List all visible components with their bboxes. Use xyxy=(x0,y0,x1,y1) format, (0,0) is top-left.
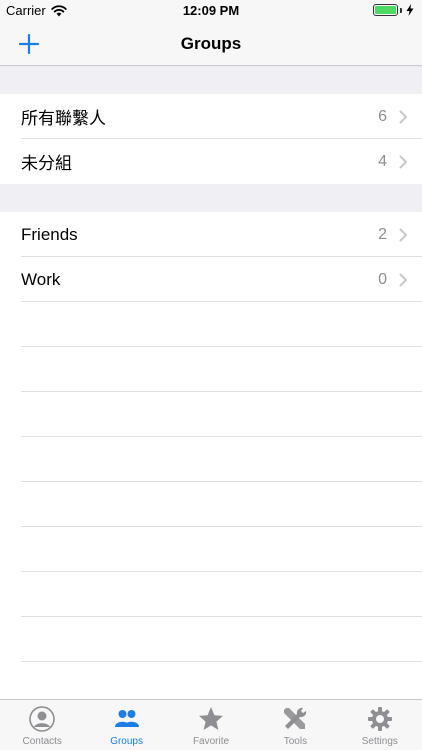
tab-label: Contacts xyxy=(22,736,62,747)
empty-row xyxy=(0,527,422,572)
people-icon xyxy=(114,710,139,727)
tab-favorite[interactable]: Favorite xyxy=(169,700,253,750)
battery-fill xyxy=(375,6,396,14)
group-count: 0 xyxy=(378,270,387,288)
section-separator xyxy=(0,184,422,212)
empty-row xyxy=(0,347,422,392)
groups-list[interactable]: 所有聯繫人 6 未分組 4 Friends 2 Work 0 xyxy=(0,66,422,699)
group-name: 未分組 xyxy=(21,154,72,173)
group-row-all-contacts[interactable]: 所有聯繫人 6 xyxy=(0,94,422,139)
group-count: 4 xyxy=(378,152,387,170)
chevron-right-icon xyxy=(399,273,407,286)
battery-icon xyxy=(373,4,398,16)
group-name: Work xyxy=(21,269,61,289)
group-row-friends[interactable]: Friends 2 xyxy=(0,212,422,257)
tools-icon xyxy=(284,707,307,729)
battery-indicator xyxy=(373,4,414,16)
empty-row xyxy=(0,392,422,437)
tab-contacts[interactable]: Contacts xyxy=(0,700,84,750)
tab-label: Settings xyxy=(361,736,398,747)
empty-row xyxy=(0,482,422,527)
chevron-right-icon xyxy=(399,228,407,241)
tab-groups[interactable]: Groups xyxy=(84,700,168,750)
group-row-work[interactable]: Work 0 xyxy=(0,257,422,302)
status-bar: Carrier 12:09 PM xyxy=(0,0,422,22)
tab-tools[interactable]: Tools xyxy=(253,700,337,750)
tab-label: Groups xyxy=(110,736,143,747)
group-count: 2 xyxy=(378,225,387,243)
tab-settings[interactable]: Settings xyxy=(338,700,422,750)
navigation-bar: Groups xyxy=(0,22,422,66)
tab-bar: Contacts Groups Favorite Tools Settings xyxy=(0,699,422,750)
battery-tip xyxy=(400,7,402,13)
tab-label: Favorite xyxy=(192,736,230,747)
group-name: Friends xyxy=(21,224,78,244)
group-count: 6 xyxy=(378,107,387,125)
status-time: 12:09 PM xyxy=(182,3,240,18)
chevron-right-icon xyxy=(399,110,407,123)
group-name: 所有聯繫人 xyxy=(21,109,106,128)
empty-row xyxy=(0,572,422,617)
page-title: Groups xyxy=(180,34,242,53)
empty-row xyxy=(0,437,422,482)
star-icon xyxy=(199,707,224,730)
empty-row xyxy=(0,617,422,662)
tab-label: Tools xyxy=(283,736,308,747)
empty-row xyxy=(0,302,422,347)
charging-bolt-icon xyxy=(406,4,414,16)
section-separator xyxy=(0,66,422,94)
group-row-ungrouped[interactable]: 未分組 4 xyxy=(0,139,422,184)
person-circle-icon xyxy=(29,706,56,732)
chevron-right-icon xyxy=(399,155,407,168)
system-groups-section: 所有聯繫人 6 未分組 4 xyxy=(0,94,422,184)
custom-groups-section: Friends 2 Work 0 xyxy=(0,212,422,662)
gear-icon xyxy=(367,707,392,731)
